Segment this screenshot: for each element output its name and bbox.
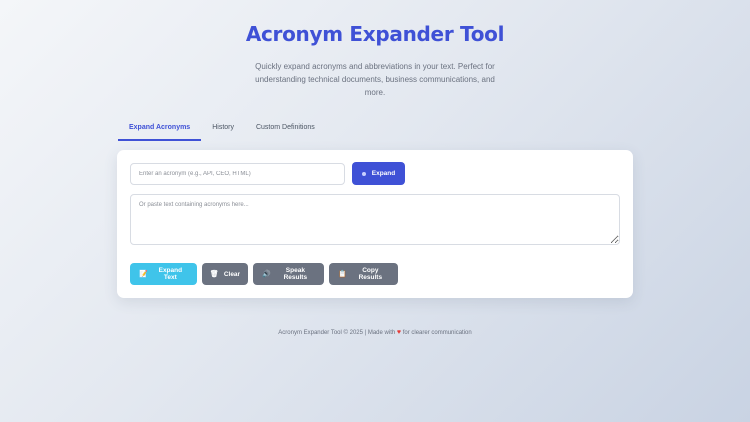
page-title: Acronym Expander Tool (245, 22, 505, 46)
copy-results-button[interactable]: 📋 Copy Results (329, 263, 398, 285)
speaker-icon: 🔊 (262, 270, 271, 278)
sparkle-icon (361, 171, 366, 176)
clipboard-icon: 📋 (338, 270, 347, 278)
page-subtitle: Quickly expand acronyms and abbreviation… (255, 62, 495, 97)
action-buttons: 📝 Expand Text 🗑 Clear 🔊 Speak Results 📋 … (130, 263, 398, 285)
tab-expand-acronyms[interactable]: Expand Acronyms (118, 118, 202, 141)
clear-button[interactable]: 🗑 Clear (202, 263, 248, 285)
expand-button[interactable]: Expand (352, 162, 405, 185)
clear-label: Clear (223, 270, 241, 278)
footer-prefix: Acronym Expander Tool © 2025 | Made with (278, 330, 396, 336)
tab-history[interactable]: History (201, 118, 245, 141)
page-header: Acronym Expander Tool Quickly expand acr… (0, 0, 750, 99)
expand-text-label: Expand Text (158, 267, 183, 281)
note-icon: 📝 (139, 270, 148, 278)
trash-icon: 🗑 (209, 270, 219, 278)
expand-button-label: Expand (371, 170, 396, 177)
footer-suffix: for clearer communication (402, 330, 472, 336)
tab-bar: Expand Acronyms History Custom Definitio… (118, 118, 326, 141)
expander-card: Expand 📝 Expand Text 🗑 Clear 🔊 Speak Res… (117, 150, 633, 298)
speak-results-label: Speak Results (283, 267, 308, 281)
acronym-input[interactable] (130, 163, 345, 185)
copy-results-label: Copy Results (358, 267, 383, 281)
text-input-area[interactable] (130, 194, 620, 245)
heart-icon: ♥ (396, 329, 402, 336)
tab-custom-definitions[interactable]: Custom Definitions (245, 118, 326, 141)
speak-results-button[interactable]: 🔊 Speak Results (253, 263, 324, 285)
footer: Acronym Expander Tool © 2025 | Made with… (0, 329, 750, 336)
expand-text-button[interactable]: 📝 Expand Text (130, 263, 197, 285)
